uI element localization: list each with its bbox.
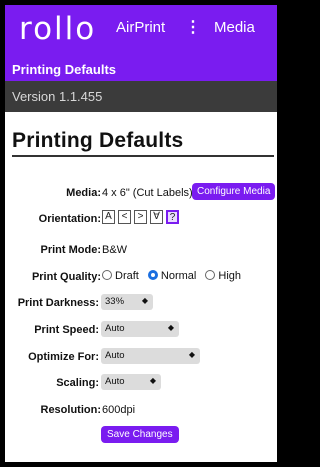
radio-unchecked-icon [205,270,216,280]
scaling-select[interactable]: Auto ◆ [101,374,161,390]
resolution-value: 600dpi [102,404,136,416]
section-header: Printing Defaults [5,57,277,81]
scaling-label: Scaling: [56,377,99,389]
quality-draft-radio[interactable]: Draft [102,270,139,282]
select-arrow-icon: ◆ [141,296,148,305]
orientation-auto-option[interactable]: ? [166,210,179,224]
more-menu-icon[interactable]: ⋮ [185,17,201,37]
quality-normal-radio[interactable]: Normal [147,270,196,282]
print-speed-label: Print Speed: [34,324,99,336]
page-title: Printing Defaults [12,129,184,152]
radio-unchecked-icon [102,270,112,280]
radio-checked-icon [147,270,158,280]
quality-high-radio[interactable]: High [205,270,241,282]
orientation-rotate-left-option[interactable]: < [118,210,131,224]
print-speed-select[interactable]: Auto ◆ [101,321,179,337]
app-bar: rollo AirPrint ⋮ Media [5,5,277,57]
rollo-logo[interactable]: rollo [19,11,96,47]
app-frame: rollo AirPrint ⋮ Media Printing Defaults… [5,5,277,462]
orientation-options: A < > ∀ ? [102,210,179,224]
version-bar: Version 1.1.455 [5,81,277,112]
select-arrow-icon: ◆ [167,323,174,332]
orientation-rotate-right-option[interactable]: > [134,210,147,224]
media-label: Media: [66,187,101,199]
configure-media-button[interactable]: Configure Media [192,183,276,200]
orientation-portrait-option[interactable]: A [102,210,115,224]
title-divider [12,155,274,157]
select-arrow-icon: ◆ [188,350,195,359]
optimize-for-label: Optimize For: [28,351,99,363]
print-quality-options: Draft Normal High [102,270,247,282]
resolution-label: Resolution: [40,404,102,416]
select-arrow-icon: ◆ [149,376,156,385]
print-darkness-select[interactable]: 33% ◆ [101,294,153,310]
orientation-inverted-option[interactable]: ∀ [150,210,163,224]
print-mode-value: B&W [102,244,128,256]
print-quality-label: Print Quality: [31,271,101,283]
print-mode-label: Print Mode: [40,244,102,256]
nav-airprint-link[interactable]: AirPrint [116,19,165,36]
optimize-for-select[interactable]: Auto ◆ [101,348,200,364]
orientation-label: Orientation: [38,213,101,225]
print-darkness-label: Print Darkness: [17,297,99,309]
nav-media-link[interactable]: Media [214,19,255,36]
save-changes-button[interactable]: Save Changes [101,426,179,443]
media-value: 4 x 6" (Cut Labels) [102,187,193,199]
